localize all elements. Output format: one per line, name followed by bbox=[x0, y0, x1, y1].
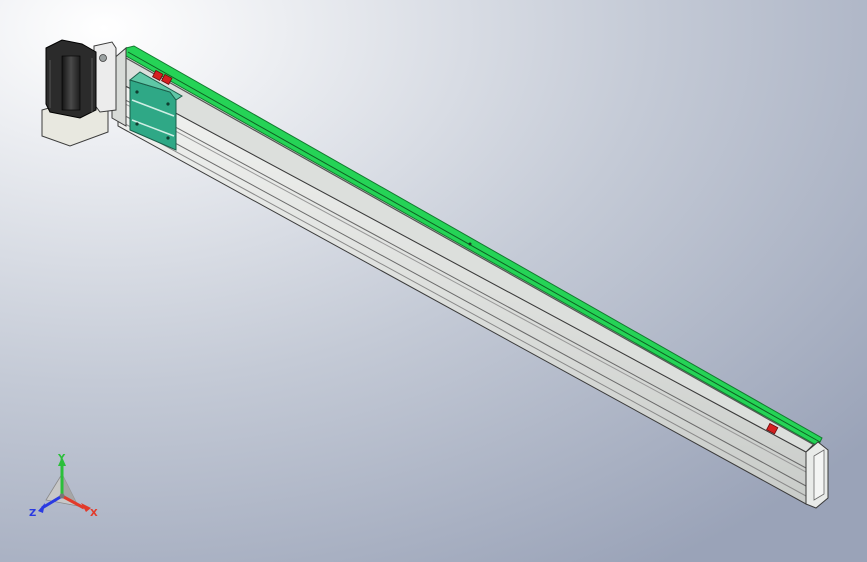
triad-origin bbox=[59, 493, 65, 499]
z-axis-label: Z bbox=[29, 508, 36, 519]
adapter-hole bbox=[99, 54, 107, 62]
model-viewport[interactable]: Y X Z bbox=[0, 0, 867, 562]
carriage-bolt bbox=[166, 102, 170, 106]
motor-fin bbox=[61, 55, 81, 111]
servo-motor[interactable] bbox=[41, 39, 117, 147]
viewport-canvas[interactable]: Y X Z bbox=[0, 0, 867, 562]
end-cap-face bbox=[813, 449, 825, 501]
carriage-bolt bbox=[135, 122, 139, 126]
carriage-bolt bbox=[166, 136, 170, 140]
motor-adapter-plate bbox=[93, 41, 117, 113]
y-axis-label: Y bbox=[57, 453, 66, 464]
carriage-bolt bbox=[135, 90, 139, 94]
x-axis-label: X bbox=[90, 508, 98, 519]
rail-screw bbox=[468, 242, 472, 246]
